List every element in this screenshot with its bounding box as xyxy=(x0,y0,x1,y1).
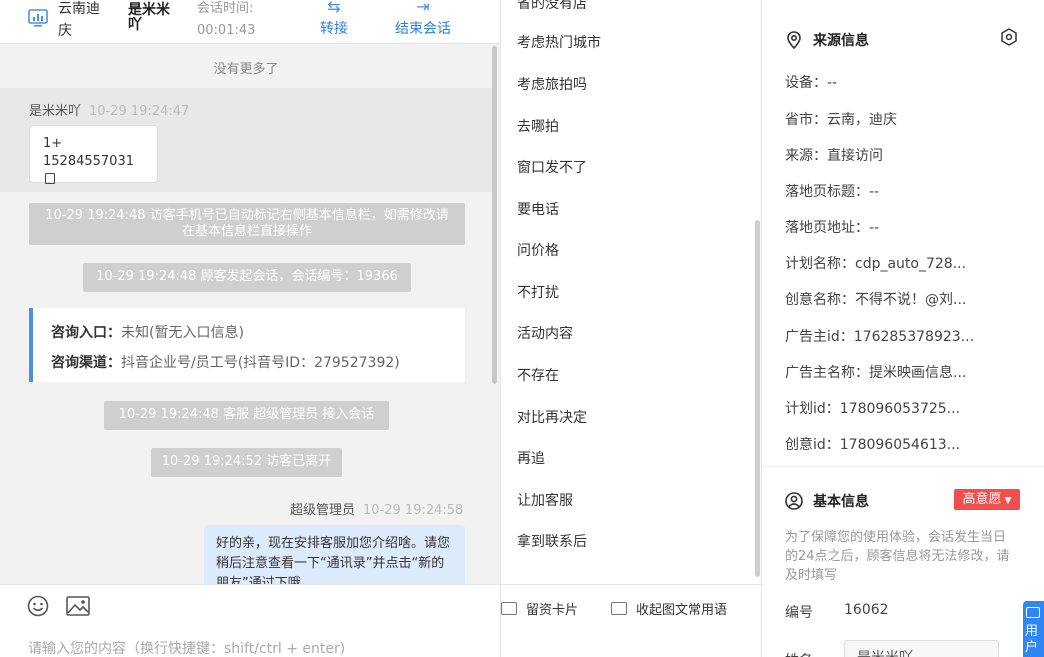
visitor-location: 云南迪庆 xyxy=(58,1,100,39)
no-more-hint: 没有更多了 xyxy=(213,62,279,77)
basic-info-title: 基本信息 xyxy=(785,491,869,511)
creative-name: 创意名称：不得不说！@刘... xyxy=(785,292,967,308)
quick-reply-item[interactable]: 窗口发不了 xyxy=(517,157,587,177)
landing-page-url: 落地页地址：-- xyxy=(785,220,880,236)
quick-reply-scrollbar[interactable] xyxy=(755,220,760,577)
copy-icon[interactable] xyxy=(45,173,55,184)
message-line: 1+ xyxy=(43,136,63,151)
lead-card-label: 留资卡片 xyxy=(526,603,579,618)
consult-channel: 咨询渠道：抖音企业号/员工号(抖音号ID：279527392) xyxy=(51,355,400,371)
transfer-label: 转接 xyxy=(320,21,348,37)
message-meta: 超级管理员 10-29 19:24:58 xyxy=(290,499,463,518)
quick-reply-item[interactable]: 拿到联系后 xyxy=(517,531,587,551)
consult-entry: 咨询入口：未知(暂无入口信息) xyxy=(51,325,244,341)
plan-name: 计划名称：cdp_auto_728... xyxy=(785,256,967,272)
system-message: 10-29 19:24:48 顾客发起会话，会话编号：19366 xyxy=(83,263,411,292)
visitor-message: 是米米吖 10-29 19:24:47 1+ 15284557031 xyxy=(0,88,492,192)
message-icon xyxy=(611,602,627,615)
message-line: 15284557031 xyxy=(43,153,144,189)
intent-level-dropdown[interactable]: 高意愿 ▼ xyxy=(954,489,1020,510)
quick-reply-item[interactable]: 活动内容 xyxy=(517,323,573,343)
message-bubble[interactable]: 1+ 15284557031 xyxy=(29,125,158,184)
advertiser-id: 广告主id：176285378923... xyxy=(785,329,975,345)
message-time: 10-29 19:24:58 xyxy=(363,503,464,518)
system-message: 10-29 19:24:48 访客手机号已自动标记右侧基本信息栏，如需修改请在基… xyxy=(29,203,465,245)
landing-page-title: 落地页标题：-- xyxy=(785,184,880,200)
message-meta: 是米米吖 10-29 19:24:47 xyxy=(29,100,189,119)
session-timer: 会话时间: 00:01:43 xyxy=(197,0,255,42)
chat-icon xyxy=(1026,607,1040,618)
card-icon xyxy=(501,602,517,615)
system-message: 10-29 19:24:52 访客已离开 xyxy=(151,448,342,477)
visitor-name: 是米米吖 xyxy=(128,2,170,33)
chat-input-area: 请输入您的内容（换行快捷键：shift/ctrl + enter) xyxy=(0,584,500,657)
quick-reply-item[interactable]: 省的没有店 xyxy=(517,0,587,13)
quick-reply-item[interactable]: 对比再决定 xyxy=(517,407,587,427)
transfer-button[interactable]: ⇆ 转接 xyxy=(320,0,348,38)
advertiser-name: 广告主名称：提米映画信息... xyxy=(785,365,967,381)
system-message: 10-29 19:24:48 客服 超级管理员 接入会话 xyxy=(104,401,389,430)
end-session-button[interactable]: ⇥ 结束会话 xyxy=(395,0,451,38)
customer-name-label: 姓名 xyxy=(785,650,813,657)
consult-info-card: 咨询入口：未知(暂无入口信息) 咨询渠道：抖音企业号/员工号(抖音号ID：279… xyxy=(29,308,465,382)
source-info-title: 来源信息 xyxy=(785,30,869,50)
chat-scrollbar[interactable] xyxy=(492,46,497,384)
quick-reply-item[interactable]: 不打扰 xyxy=(517,282,559,302)
creative-id: 创意id：178096054613... xyxy=(785,437,961,453)
message-list[interactable]: 没有更多了 是米米吖 10-29 19:24:47 1+ 15284557031 … xyxy=(0,44,500,584)
quick-reply-toolbar: 留资卡片 收起图文常用语 xyxy=(501,584,762,657)
caret-down-icon: ▼ xyxy=(1004,496,1012,506)
timer-label: 会话时间: xyxy=(197,1,254,16)
lead-card-button[interactable]: 留资卡片 xyxy=(501,599,578,618)
quick-reply-item[interactable]: 让加客服 xyxy=(517,490,573,510)
quick-reply-panel: 省的没有店 考虑热门城市 考虑旅拍吗 去哪拍 窗口发不了 要电话 问价格 不打扰… xyxy=(500,0,762,657)
message-input[interactable]: 请输入您的内容（换行快捷键：shift/ctrl + enter) xyxy=(28,638,345,657)
message-time: 10-29 19:24:47 xyxy=(89,104,190,119)
section-divider xyxy=(763,466,1044,467)
sender-name: 超级管理员 xyxy=(290,503,356,518)
settings-icon[interactable] xyxy=(1000,28,1018,46)
quick-reply-item[interactable]: 不存在 xyxy=(517,365,559,385)
end-session-label: 结束会话 xyxy=(395,21,451,37)
source-region: 省市：云南，迪庆 xyxy=(785,112,897,128)
chat-panel: 云南迪庆 是米米吖 会话时间: 00:01:43 ⇆ 转接 ⇥ 结束会话 没有更… xyxy=(0,0,500,657)
quick-reply-item[interactable]: 再追 xyxy=(517,448,545,468)
info-panel: 来源信息 设备：-- 省市：云南，迪庆 来源：直接访问 落地页标题：-- 落地页… xyxy=(763,0,1044,657)
customer-id-label: 编号 xyxy=(785,605,813,621)
plan-id: 计划id：178096053725... xyxy=(785,401,961,417)
location-pin-icon xyxy=(787,31,801,49)
intent-level-label: 高意愿 xyxy=(962,492,1002,507)
customer-id-value: 16062 xyxy=(844,602,889,618)
user-floating-label: 用户 xyxy=(1025,624,1039,655)
image-icon[interactable] xyxy=(66,595,90,617)
emoji-icon[interactable] xyxy=(27,595,49,617)
sender-name: 是米米吖 xyxy=(29,104,82,119)
collapse-phrases-label: 收起图文常用语 xyxy=(636,603,728,618)
quick-reply-item[interactable]: 考虑热门城市 xyxy=(517,32,601,52)
quick-reply-item[interactable]: 考虑旅拍吗 xyxy=(517,74,587,94)
quick-reply-item[interactable]: 去哪拍 xyxy=(517,116,559,136)
edit-notice: 为了保障您的使用体验，会话发生当日的24点之后，顾客信息将无法修改，请及时填写 xyxy=(785,530,1010,583)
user-floating-button[interactable]: 用户 xyxy=(1023,601,1044,657)
chat-header: 云南迪庆 是米米吖 会话时间: 00:01:43 ⇆ 转接 ⇥ 结束会话 xyxy=(0,0,500,44)
source-device: 设备：-- xyxy=(785,75,838,91)
quick-reply-item[interactable]: 问价格 xyxy=(517,240,559,260)
source-channel: 来源：直接访问 xyxy=(785,148,883,164)
customer-name-input[interactable]: 是米米吖 xyxy=(844,640,999,657)
transfer-icon: ⇆ xyxy=(327,0,341,16)
user-icon xyxy=(785,492,803,510)
monitor-icon xyxy=(28,9,48,27)
collapse-phrases-button[interactable]: 收起图文常用语 xyxy=(611,599,727,618)
agent-message-bubble[interactable]: 好的亲，现在安排客服加您介绍啥。请您稍后注意查看一下“通讯录”并点击“新的朋友”… xyxy=(204,525,465,584)
timer-value: 00:01:43 xyxy=(197,23,256,38)
quick-reply-item[interactable]: 要电话 xyxy=(517,199,559,219)
exit-icon: ⇥ xyxy=(416,0,430,16)
